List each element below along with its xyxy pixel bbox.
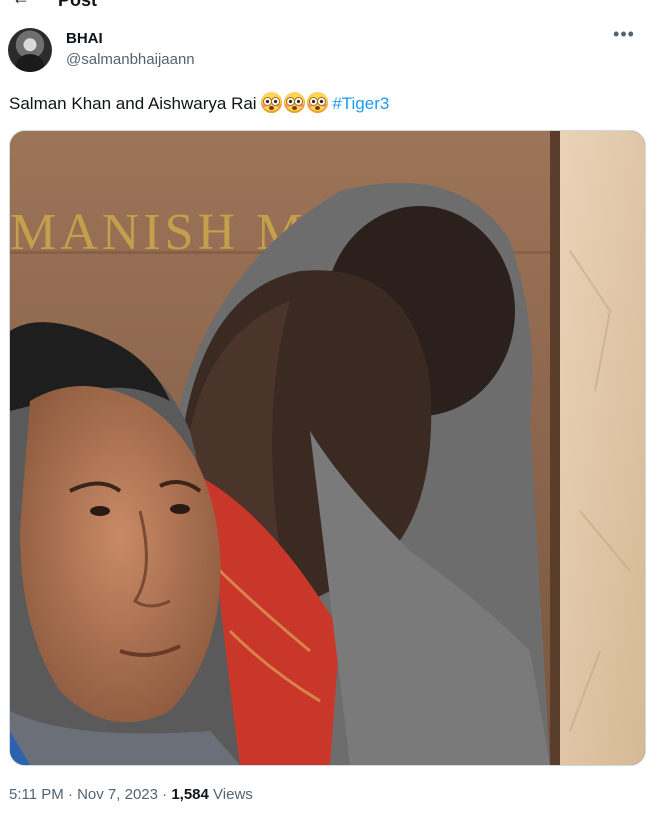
flushed-face-emoji-icon (261, 92, 283, 113)
top-bar-title: Post (58, 0, 97, 8)
author-display-name[interactable]: BHAI (66, 30, 195, 48)
tweet-media-photo[interactable]: MANISH MALH (9, 130, 646, 766)
author-handle[interactable]: @salmanbhaijaann (66, 50, 195, 70)
views-count[interactable]: 1,584 (171, 786, 209, 803)
tweet-text: Salman Khan and Aishwarya Rai #Tiger3 (9, 92, 389, 116)
flushed-face-emoji-icon (284, 92, 306, 113)
flushed-face-emoji-icon (307, 92, 329, 113)
tweet-metadata: 5:11 PM · Nov 7, 2023 · 1,584 Views (9, 786, 253, 803)
tweet-header: BHAI @salmanbhaijaann ••• (8, 25, 638, 76)
avatar[interactable] (8, 28, 52, 72)
photo-illustration: MANISH MALH (10, 131, 645, 765)
meta-separator: · (63, 786, 78, 803)
tweet-body: Salman Khan and Aishwarya Rai (9, 94, 262, 113)
tweet-time[interactable]: 5:11 PM (9, 786, 64, 803)
tweet-date[interactable]: Nov 7, 2023 (77, 786, 158, 803)
views-label: Views (208, 786, 253, 803)
top-bar-fragment: ← Post (0, 0, 648, 8)
back-arrow-icon[interactable]: ← (12, 0, 30, 8)
author-names[interactable]: BHAI @salmanbhaijaann (66, 30, 195, 70)
hashtag-link[interactable]: #Tiger3 (332, 94, 389, 113)
more-options-icon[interactable]: ••• (612, 25, 636, 48)
meta-separator: · (157, 786, 172, 803)
